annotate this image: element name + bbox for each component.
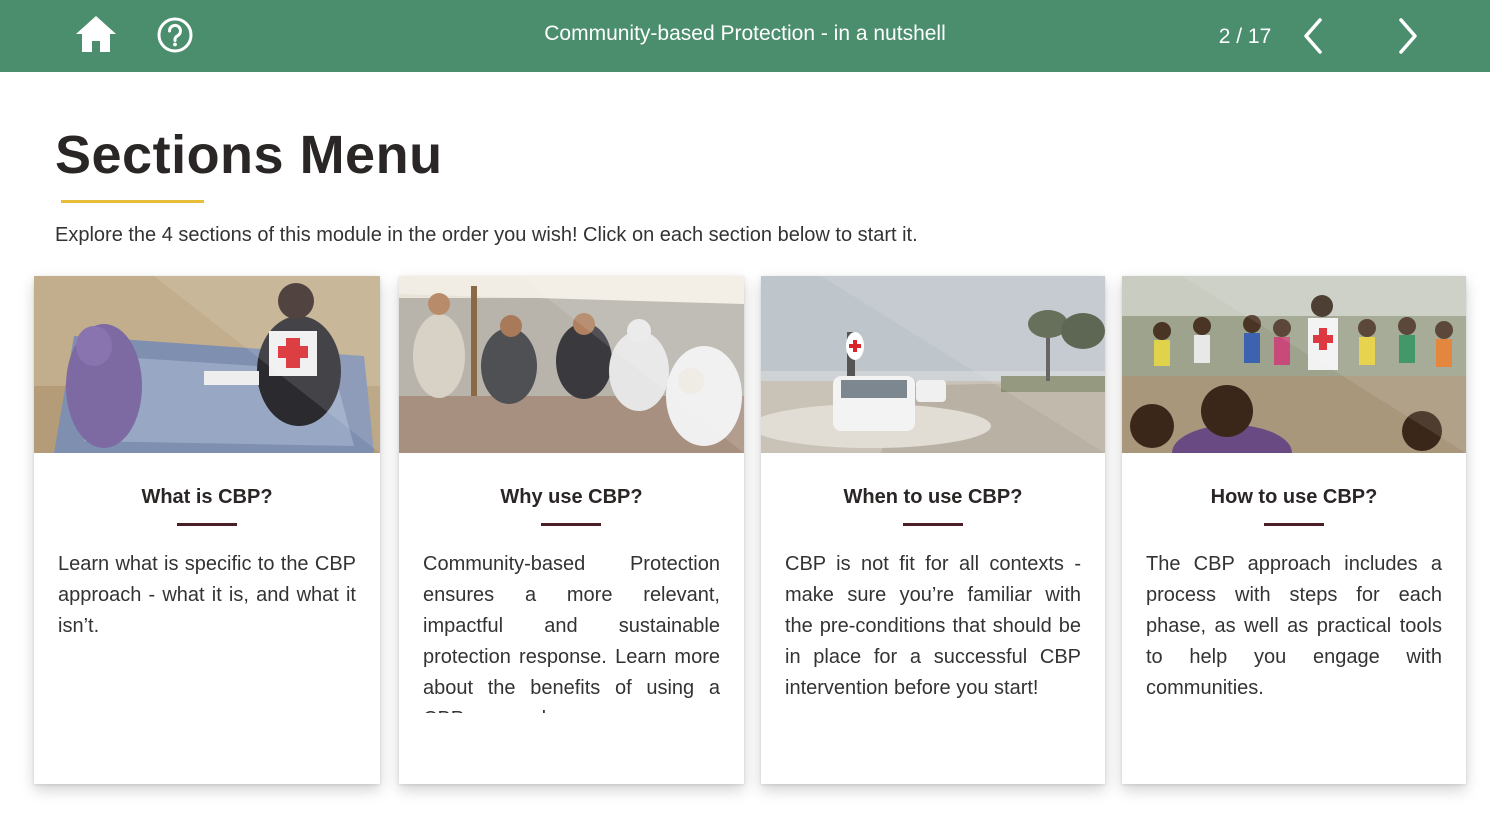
card-title-rule <box>903 523 963 526</box>
card-title: What is CBP? <box>141 486 273 508</box>
card-title: Why use CBP? <box>500 486 643 508</box>
section-card-why[interactable]: Why use CBP? Community-based Protection … <box>399 276 744 784</box>
card-image-when <box>761 276 1105 453</box>
section-card-what[interactable]: What is CBP? Learn what is specific to t… <box>34 276 380 784</box>
title-underline <box>61 200 204 203</box>
card-description: Community-based Protection ensures a mor… <box>423 553 720 713</box>
page-title: Sections Menu <box>55 125 443 185</box>
page-counter: 2 / 17 <box>1218 25 1272 48</box>
card-title: How to use CBP? <box>1210 486 1378 508</box>
chevron-right-icon[interactable] <box>1393 16 1423 56</box>
section-card-when[interactable]: When to use CBP? CBP is not fit for all … <box>761 276 1105 784</box>
intro-text: Explore the 4 sections of this module in… <box>55 224 918 246</box>
card-description: CBP is not fit for all contexts - make s… <box>785 553 1081 699</box>
top-bar: Community-based Protection - in a nutshe… <box>0 0 1490 72</box>
card-title-rule <box>177 523 237 526</box>
chevron-left-icon[interactable] <box>1298 16 1328 56</box>
card-title: When to use CBP? <box>843 486 1023 508</box>
card-title-rule <box>541 523 601 526</box>
card-title-rule <box>1264 523 1324 526</box>
card-description: Learn what is specific to the CBP approa… <box>58 553 356 637</box>
section-card-how[interactable]: How to use CBP? The CBP approach include… <box>1122 276 1466 784</box>
card-image-how <box>1122 276 1466 453</box>
card-description: The CBP approach includes a process with… <box>1146 553 1442 699</box>
card-image-why <box>399 276 744 453</box>
card-image-what <box>34 276 380 453</box>
